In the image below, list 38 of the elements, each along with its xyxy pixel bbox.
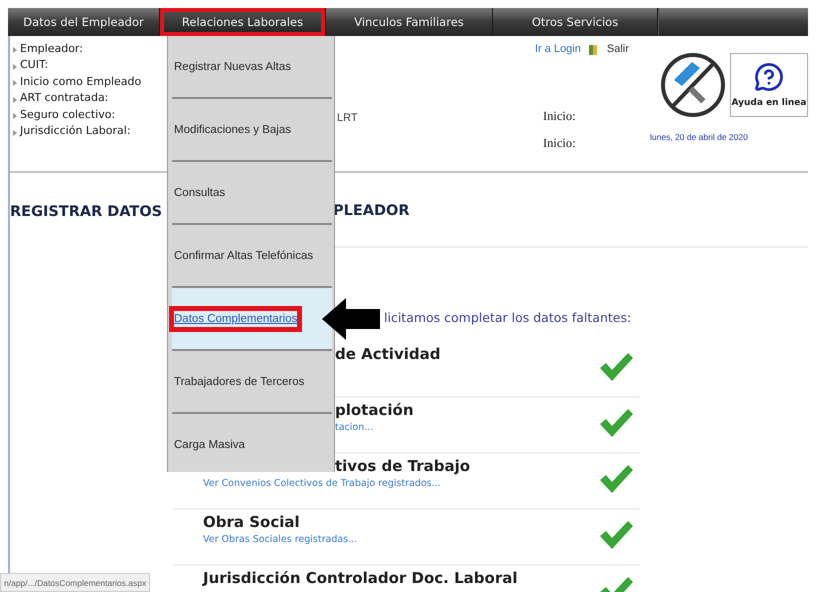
menu-item[interactable]: Datos Complementarios <box>172 288 332 351</box>
field-label: CUIT: <box>20 58 48 72</box>
help-icon <box>754 62 784 92</box>
bullet-icon <box>12 112 18 120</box>
bullet-icon <box>12 79 18 88</box>
bullet-icon <box>12 46 18 54</box>
help-button[interactable]: Ayuda en linea <box>730 53 808 117</box>
section-title: tivos de Trabajo <box>335 457 470 475</box>
date-text: lunes, 20 de abril de 2020 <box>649 132 749 142</box>
field-label: Jurisdicción Laboral: <box>20 124 131 138</box>
field-label: Inicio como Empleado <box>20 74 142 88</box>
door-icon <box>588 44 599 54</box>
bullet-icon <box>12 128 18 137</box>
status-url: n/app/.../DatosComplementarios.aspx <box>0 573 150 592</box>
bullet-icon <box>12 62 18 71</box>
arrow-icon <box>322 298 380 340</box>
field-label: Empleador: <box>20 42 83 55</box>
start-label: Inicio: <box>543 136 577 151</box>
menu-tab[interactable]: Relaciones Laborales <box>160 8 326 36</box>
section-link[interactable]: Ver Convenios Colectivos de Trabajo registrados... <box>203 478 441 489</box>
intro-text: licitamos completar los datos faltantes: <box>384 310 632 327</box>
page-title: REGISTRAR DATOS <box>10 204 162 220</box>
logout-link[interactable]: Salir <box>606 43 629 55</box>
field-label: Seguro colectivo: <box>20 108 116 121</box>
page-title: PLEADOR <box>333 202 410 218</box>
field-label: ART contratada: <box>20 91 108 104</box>
section-link[interactable]: Ver Obras Sociales registradas... <box>203 534 358 545</box>
section-link[interactable]: tacion... <box>335 422 374 433</box>
bullet-icon <box>12 96 18 104</box>
section-title: de Actividad <box>335 345 440 363</box>
menu-tab[interactable]: Otros Servicios <box>493 8 658 36</box>
login-link[interactable]: Ir a Login <box>535 43 581 55</box>
section-title: Jurisdicción Controlador Doc. Laboral <box>203 569 518 587</box>
start-label: Inicio: <box>543 109 577 124</box>
section-title: plotación <box>335 401 414 419</box>
logo-icon <box>660 50 726 120</box>
section-title: Obra Social <box>203 513 300 531</box>
field-value: LRT <box>337 112 358 124</box>
